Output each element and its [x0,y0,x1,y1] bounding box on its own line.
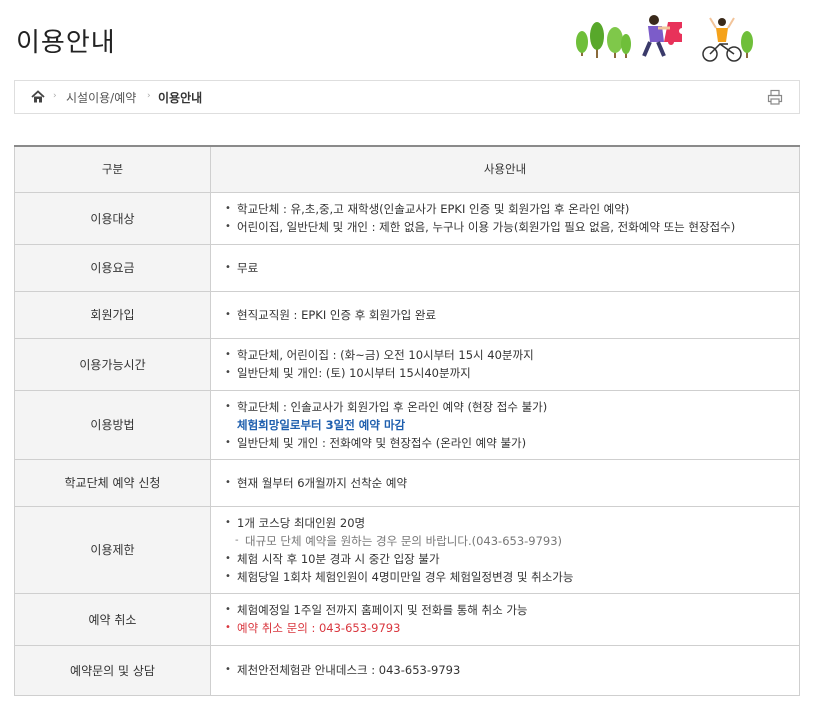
list-item: 체험당일 1회차 체험인원이 4명미만일 경우 체험일정변경 및 취소가능 [225,568,785,586]
puzzle-person-icon [642,15,682,57]
list-item: 일반단체 및 개인: (토) 10시부터 15시40분까지 [225,364,785,382]
content-list: 학교단체 : 인솔교사가 회원가입 후 온라인 예약 (현장 접수 불가)체험희… [225,398,785,452]
row-content: 현직교직원 : EPKI 인증 후 회원가입 완료 [210,290,800,339]
row-content: 무료 [210,243,800,292]
table-row: 이용방법 학교단체 : 인솔교사가 회원가입 후 온라인 예약 (현장 접수 불가… [14,389,800,460]
row-label: 예약 취소 [14,592,211,646]
content-list: 현직교직원 : EPKI 인증 후 회원가입 완료 [225,306,785,324]
table-row: 예약문의 및 상담 제천안전체험관 안내데스크 : 043-653-9793 [14,644,800,696]
row-content: 학교단체, 어린이집 : (화~금) 오전 10시부터 15시 40분까지일반단… [210,337,800,391]
list-item: 현재 월부터 6개월까지 선착순 예약 [225,474,785,492]
breadcrumb: › 시설이용/예약 › 이용안내 [14,80,800,114]
tree-icon [741,31,753,58]
row-label: 이용요금 [14,243,211,292]
row-content: 학교단체 : 유,초,중,고 재학생(인솔교사가 EPKI 인증 및 회원가입 … [210,191,800,245]
list-item: 제천안전체험관 안내데스크 : 043-653-9793 [225,661,785,679]
row-content: 현재 월부터 6개월까지 선착순 예약 [210,458,800,507]
row-label: 학교단체 예약 신청 [14,458,211,507]
list-item: 학교단체 : 인솔교사가 회원가입 후 온라인 예약 (현장 접수 불가) [225,398,785,416]
content-list: 학교단체 : 유,초,중,고 재학생(인솔교사가 EPKI 인증 및 회원가입 … [225,200,785,236]
breadcrumb-item-current: 이용안내 [158,91,203,105]
header-illustration [576,15,753,62]
breadcrumb-separator: › [147,91,151,101]
row-content: 학교단체 : 인솔교사가 회원가입 후 온라인 예약 (현장 접수 불가)체험희… [210,389,800,460]
table-row: 예약 취소 체험예정일 1주일 전까지 홈페이지 및 전화를 통해 취소 가능예약… [14,592,800,646]
list-item: 대규모 단체 예약을 원하는 경우 문의 바랍니다.(043-653-9793) [225,532,785,550]
row-label: 예약문의 및 상담 [14,644,211,696]
table-row: 학교단체 예약 신청 현재 월부터 6개월까지 선착순 예약 [14,458,800,507]
print-icon[interactable] [767,89,783,105]
list-item: 학교단체 : 유,초,중,고 재학생(인솔교사가 EPKI 인증 및 회원가입 … [225,200,785,218]
table-row: 이용요금 무료 [14,243,800,292]
list-item: 어린이집, 일반단체 및 개인 : 제한 없음, 누구나 이용 가능(회원가입 … [225,218,785,236]
table-row: 이용제한1개 코스당 최대인원 20명대규모 단체 예약을 원하는 경우 문의 … [14,505,800,594]
row-content: 1개 코스당 최대인원 20명대규모 단체 예약을 원하는 경우 문의 바랍니다… [210,505,800,594]
list-item: 1개 코스당 최대인원 20명 [225,514,785,532]
list-item: 체험 시작 후 10분 경과 시 중간 입장 불가 [225,550,785,568]
column-header-guide: 사용안내 [210,145,800,193]
row-content: 체험예정일 1주일 전까지 홈페이지 및 전화를 통해 취소 가능예약 취소 문… [210,592,800,646]
row-label: 이용방법 [14,389,211,460]
content-list: 1개 코스당 최대인원 20명대규모 단체 예약을 원하는 경우 문의 바랍니다… [225,514,785,586]
row-label: 회원가입 [14,290,211,339]
list-item: 체험희망일로부터 3일전 예약 마감 [237,417,406,432]
row-label: 이용대상 [14,191,211,245]
table-row: 이용대상 학교단체 : 유,초,중,고 재학생(인솔교사가 EPKI 인증 및 회… [14,191,800,245]
list-item: 체험예정일 1주일 전까지 홈페이지 및 전화를 통해 취소 가능 [225,601,785,619]
list-item: 예약 취소 문의 : 043-653-9793 [225,619,785,637]
list-item: 학교단체, 어린이집 : (화~금) 오전 10시부터 15시 40분까지 [225,346,785,364]
breadcrumb-item-facility[interactable]: 시설이용/예약 [66,89,136,106]
content-list: 체험예정일 1주일 전까지 홈페이지 및 전화를 통해 취소 가능예약 취소 문… [225,601,785,637]
content-list: 무료 [225,259,785,277]
usage-info-table: 구분 사용안내 이용대상 학교단체 : 유,초,중,고 재학생(인솔교사가 EPK… [14,145,800,696]
home-icon[interactable] [31,90,45,104]
bicycle-icon [702,17,742,62]
row-label: 이용가능시간 [14,337,211,391]
list-item: 일반단체 및 개인 : 전화예약 및 현장접수 (온라인 예약 불가) [225,434,785,452]
table-header-row: 구분 사용안내 [14,145,800,193]
content-list: 현재 월부터 6개월까지 선착순 예약 [225,474,785,492]
content-list: 학교단체, 어린이집 : (화~금) 오전 10시부터 15시 40분까지일반단… [225,346,785,382]
content-list: 제천안전체험관 안내데스크 : 043-653-9793 [225,661,785,679]
page-title: 이용안내 [16,28,116,58]
table-row: 회원가입 현직교직원 : EPKI 인증 후 회원가입 완료 [14,290,800,339]
breadcrumb-separator: › [53,91,57,101]
table-row: 이용가능시간 학교단체, 어린이집 : (화~금) 오전 10시부터 15시 40… [14,337,800,391]
row-content: 제천안전체험관 안내데스크 : 043-653-9793 [210,644,800,696]
list-item: 현직교직원 : EPKI 인증 후 회원가입 완료 [225,306,785,324]
column-header-category: 구분 [14,145,211,193]
list-item: 무료 [225,259,785,277]
row-label: 이용제한 [14,505,211,594]
tree-icon [576,22,631,58]
